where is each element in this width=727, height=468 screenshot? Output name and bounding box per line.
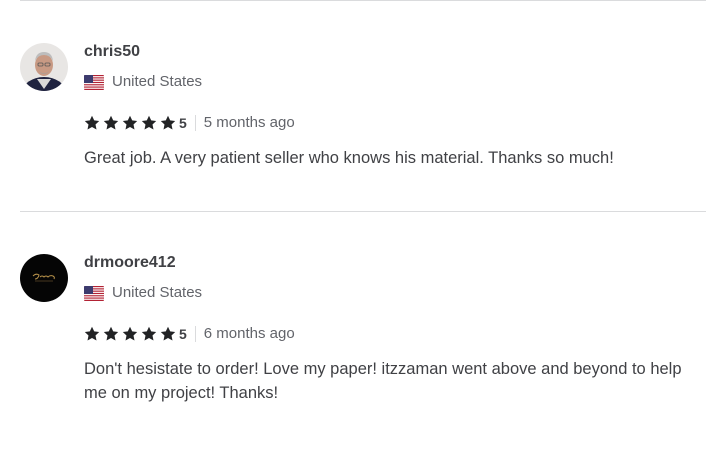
avatar-photo xyxy=(20,43,68,91)
star-icon xyxy=(84,326,100,341)
rating-row: 5 5 months ago xyxy=(84,113,295,133)
rating-separator xyxy=(194,326,196,342)
star-icon xyxy=(160,115,176,130)
avatar-logo xyxy=(20,254,68,302)
reviewer-avatar[interactable] xyxy=(20,43,68,91)
rating-separator xyxy=(194,115,196,131)
reviewer-avatar[interactable] xyxy=(20,254,68,302)
country-name: United States xyxy=(112,284,203,301)
star-icon xyxy=(122,326,138,341)
review-divider xyxy=(20,0,706,1)
review-time: 6 months ago xyxy=(203,325,295,342)
star-icon xyxy=(103,115,119,130)
review-text: Great job. A very patient seller who kno… xyxy=(84,149,614,167)
star-rating xyxy=(84,115,179,131)
reviewer-country: United States xyxy=(84,72,202,92)
star-icon xyxy=(122,115,138,130)
country-name: United States xyxy=(112,73,203,90)
rating-score: 5 xyxy=(179,326,187,342)
star-icon xyxy=(141,115,157,130)
star-icon xyxy=(103,326,119,341)
us-flag-icon xyxy=(84,285,104,301)
us-flag-icon xyxy=(84,74,104,90)
reviewer-username[interactable]: chris50 xyxy=(84,42,140,62)
star-icon xyxy=(141,326,157,341)
star-icon xyxy=(160,326,176,341)
rating-row: 5 6 months ago xyxy=(84,324,295,344)
review-divider xyxy=(20,211,706,212)
star-icon xyxy=(84,115,100,130)
reviewer-username[interactable]: drmoore412 xyxy=(84,253,176,273)
review-text: Don't hesistate to order! Love my paper!… xyxy=(84,360,682,402)
reviewer-country: United States xyxy=(84,283,202,303)
star-rating xyxy=(84,326,179,342)
rating-score: 5 xyxy=(179,115,187,131)
review-time: 5 months ago xyxy=(203,114,295,131)
